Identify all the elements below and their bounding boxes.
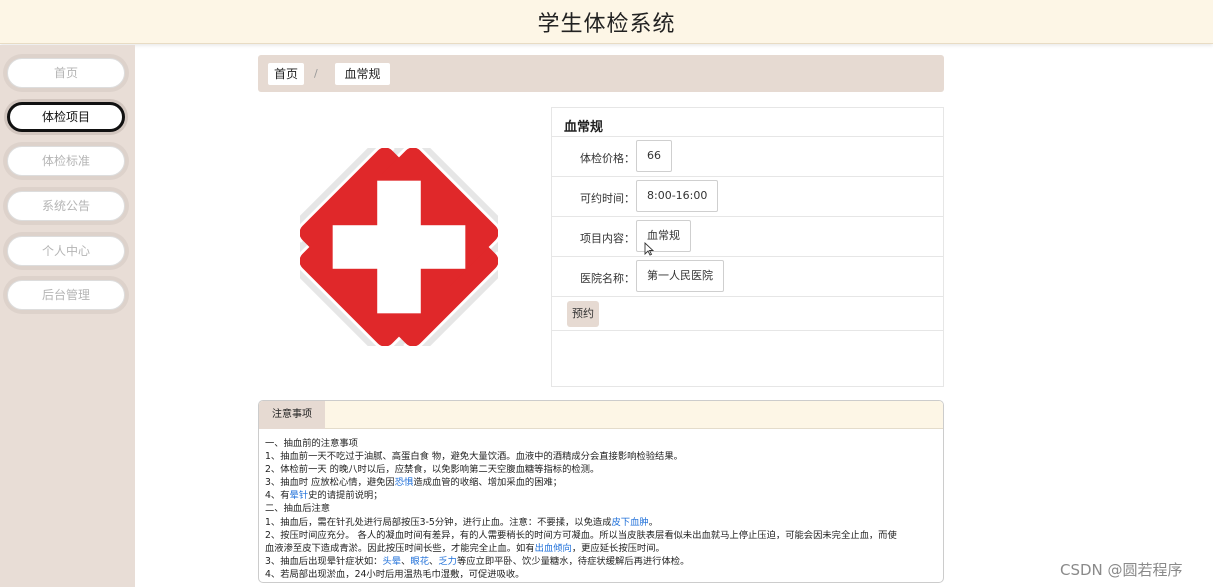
notice-body: 一、抽血前的注意事项 1、抽血前一天不吃过于油腻、高蛋白食 物，避免大量饮酒。血液… [265, 437, 941, 581]
notice-text: 。 [648, 516, 659, 528]
notice-line: 3、抽血时 应放松心情，避免因恐惧造成血管的收缩、增加采血的困难； [265, 476, 941, 489]
notice-link[interactable]: 恐惧 [395, 477, 414, 488]
price-label: 体检价格： [580, 152, 635, 165]
book-button[interactable]: 预约 [567, 301, 599, 327]
field-row-time: 可约时间： 8:00-16:00 [552, 176, 943, 216]
content-label: 项目内容： [580, 232, 635, 245]
notice-text: 血液渗至皮下造成青淤。因此按压时间长些，才能完全止血。如有 [265, 542, 535, 554]
breadcrumb-home[interactable]: 首页 [268, 63, 304, 85]
notice-text: 1、抽血后，需在针孔处进行局部按压3-5分钟，进行止血。注意：不要揉，以免造成 [265, 516, 612, 528]
app-title: 学生体检系统 [537, 12, 676, 37]
notice-text: 等应立即平卧、饮少量糖水，待症状缓解后再进行体检。 [456, 555, 690, 567]
actions-row: 预约 [552, 296, 943, 331]
notice-line: 血液渗至皮下造成青淤。因此按压时间长些，才能完全止血。如有出血倾向，更应延长按压… [265, 542, 941, 555]
notice-link[interactable]: 乏力 [438, 556, 457, 567]
notice-text: 史的请提前说明； [308, 490, 383, 502]
notice-line: 2、体检前一天 的晚八时以后，应禁食，以免影响第二天空腹血糖等指标的检测。 [265, 463, 941, 476]
breadcrumb: 首页 / 血常规 [258, 55, 944, 92]
notice-text: 2、按压时间应充分。 各人的凝血时间有差异，有的人需要稍长的时间方可凝血。所以当… [265, 529, 897, 541]
app-header: 学生体检系统 [0, 0, 1213, 44]
sidebar-item-exam-standards[interactable]: 体检标准 [7, 146, 125, 176]
notice-line: 1、抽血后，需在针孔处进行局部按压3-5分钟，进行止血。注意：不要揉，以免造成皮… [265, 516, 941, 529]
notice-line: 3、抽血后出现晕针症状如：头晕、眼花、乏力等应立即平卧、饮少量糖水，待症状缓解后… [265, 555, 941, 568]
notice-tab[interactable]: 注意事项 [259, 401, 325, 429]
notice-line: 一、抽血前的注意事项 [265, 437, 941, 450]
sidebar-item-announcements[interactable]: 系统公告 [7, 191, 125, 221]
notice-link[interactable]: 头晕 [382, 556, 401, 567]
notice-line: 4、若局部出现淤血，24小时后用温热毛巾湿敷，可促进吸收。 [265, 568, 941, 581]
notice-text: 4、若局部出现淤血，24小时后用温热毛巾湿敷，可促进吸收。 [265, 568, 525, 580]
exam-detail-panel: 血常规 体检价格： 66 可约时间： 8:00-16:00 项目内容： 血常规 … [551, 107, 944, 387]
watermark: CSDN @圆若程序 [1060, 561, 1183, 579]
sidebar-item-home[interactable]: 首页 [7, 58, 125, 88]
notice-text: 一、抽血前的注意事项 [265, 438, 358, 449]
sidebar-item-exam-items[interactable]: 体检项目 [7, 102, 125, 132]
sidebar-item-profile[interactable]: 个人中心 [7, 236, 125, 266]
notice-text: 、 [401, 555, 411, 567]
sidebar: 首页 体检项目 体检标准 系统公告 个人中心 后台管理 [0, 45, 135, 587]
notice-line: 1、抽血前一天不吃过于油腻、高蛋白食 物，避免大量饮酒。血液中的酒精成分会直接影… [265, 450, 941, 463]
notice-link[interactable]: 眼花 [410, 556, 429, 567]
hospital-label: 医院名称： [580, 272, 635, 285]
notice-panel: 注意事项 一、抽血前的注意事项 1、抽血前一天不吃过于油腻、高蛋白食 物，避免大量… [258, 400, 944, 583]
field-row-hospital: 医院名称： 第一人民医院 [552, 256, 943, 296]
notice-line: 二、抽血后注意 [265, 502, 941, 515]
notice-link[interactable]: 晕针 [290, 490, 309, 501]
notice-text: 二、抽血后注意 [265, 503, 331, 515]
red-cross-icon [300, 148, 498, 346]
notice-text: 4、有 [265, 490, 290, 502]
mouse-cursor-icon [644, 242, 654, 256]
notice-text: ，更应延长按压时间。 [571, 542, 665, 554]
notice-line: 4、有晕针史的请提前说明； [265, 489, 941, 502]
notice-text: 2、体检前一天 的晚八时以后，应禁食，以免影响第二天空腹血糖等指标的检测。 [265, 464, 600, 476]
breadcrumb-current: 血常规 [335, 63, 390, 85]
notice-text: 3、抽血后出现晕针症状如： [265, 555, 383, 567]
notice-link[interactable]: 出血倾向 [535, 543, 572, 554]
field-row-price: 体检价格： 66 [552, 136, 943, 176]
sidebar-item-admin[interactable]: 后台管理 [7, 280, 125, 310]
notice-line: 2、按压时间应充分。 各人的凝血时间有差异，有的人需要稍长的时间方可凝血。所以当… [265, 529, 941, 542]
time-label: 可约时间： [580, 192, 635, 205]
breadcrumb-separator: / [314, 67, 318, 80]
notice-link[interactable]: 皮下血肿 [612, 517, 649, 528]
notice-text: 3、抽血时 应放松心情，避免因 [265, 477, 395, 489]
notice-text: 、 [429, 555, 439, 567]
exam-title: 血常规 [564, 120, 604, 135]
hospital-value: 第一人民医院 [636, 260, 724, 292]
notice-text: 造成血管的收缩、增加采血的困难； [413, 477, 563, 489]
notice-header: 注意事项 [259, 401, 943, 429]
field-row-content: 项目内容： 血常规 [552, 216, 943, 256]
time-value: 8:00-16:00 [636, 180, 719, 212]
price-value: 66 [636, 140, 672, 172]
notice-text: 1、抽血前一天不吃过于油腻、高蛋白食 物，避免大量饮酒。血液中的酒精成分会直接影… [265, 451, 683, 463]
